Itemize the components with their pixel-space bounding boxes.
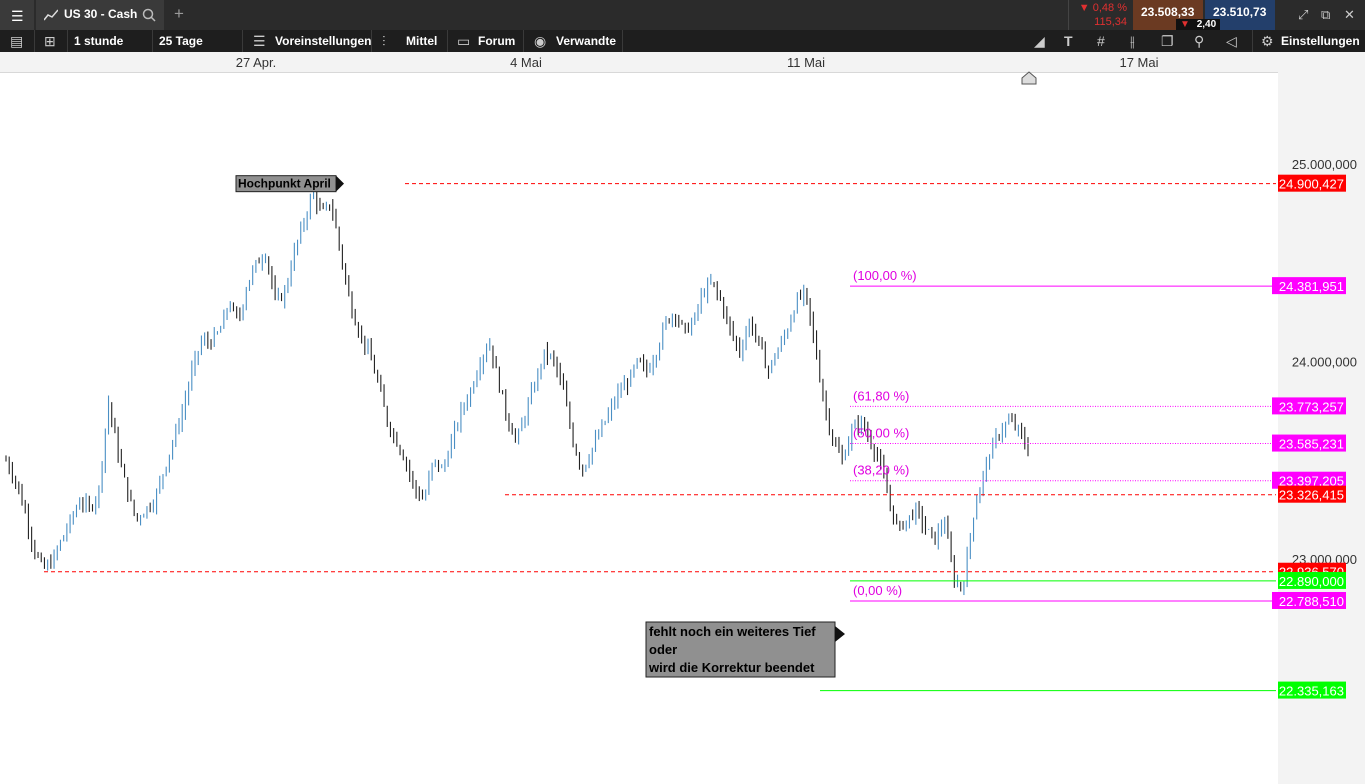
sliders-icon: ☰ [253,33,266,49]
layout-button[interactable]: ⊞ [35,30,68,52]
add-tab-button[interactable]: + [174,4,184,24]
copy-icon[interactable]: ❐ [1161,30,1174,52]
annotation-arrow [336,175,344,192]
presets-button[interactable]: ☰ Voreinstellungen [243,30,372,52]
fib-ratio-label: (38,20 %) [853,463,909,478]
change-percent: ▼ 0,48 % [1078,2,1127,14]
annotation-text: fehlt noch ein weiteres Tief [649,624,816,639]
chart-type-icon[interactable]: ⫲ [1130,30,1135,52]
related-button[interactable]: ◉ Verwandte [524,30,623,52]
list-icon: ▤ [10,33,24,49]
presets-label: Voreinstellungen [275,34,372,48]
range-label: 25 Tage [159,34,203,48]
annotation-text: wird die Korrektur beendet [648,660,815,675]
tab-title: US 30 - Cash [64,7,138,21]
interval-select[interactable]: 1 stunde [68,30,153,52]
chat-icon: ▭ [457,33,471,49]
annotation-arrow [835,626,845,642]
annotations: Hochpunkt April fehlt noch ein weiteres T… [235,175,845,678]
fib-ratio-label: (0,00 %) [853,583,902,598]
text-tool-icon[interactable]: T [1064,30,1073,52]
fib-ratio-label: (50,00 %) [853,426,909,441]
hamburger-icon: ☰ [11,8,24,24]
indicator-button[interactable]: ⫶ Mittel [372,30,448,52]
tag-icon[interactable]: ◁ [1226,30,1237,52]
fib-ratio-label: (61,80 %) [853,388,909,403]
horizontal-levels: 24.900,427(100,00 %)24.381,951(61,80 %)2… [44,174,1346,699]
annotation-text: oder [649,642,677,657]
forum-label: Forum [478,34,516,48]
candles-icon: ⫶ [382,33,386,49]
gear-icon: ⚙ [1261,33,1274,49]
ask-price: 23.510,73 [1213,5,1267,19]
annotation-text: Hochpunkt April [238,177,331,191]
instrument-tab[interactable]: US 30 - Cash [36,0,164,30]
spread-value: 2,40 [1196,19,1217,30]
change-box: ▼ 0,48 % 115,34 [1068,0,1131,30]
related-label: Verwandte [556,34,617,48]
change-absolute: 115,34 [1094,16,1127,28]
bid-price: 23.508,33 [1141,5,1195,19]
grid-layout-icon: ⊞ [44,33,56,49]
close-icon[interactable]: ✕ [1344,4,1355,26]
menu-button[interactable]: ☰ [0,0,34,30]
annotation-box [235,175,337,193]
chart-canvas[interactable]: 27 Apr. 4 Mai 11 Mai 17 Mai 25.000,00024.00… [0,0,1365,784]
range-select[interactable]: 25 Tage [153,30,243,52]
chart-toolbar: ▤ ⊞ 1 stunde 25 Tage ☰ Voreinstellungen … [0,30,1365,52]
price-bars [5,191,1029,596]
popout-icon[interactable]: ⧉ [1321,4,1330,26]
indicator-label: Mittel [406,34,438,48]
date-axis [0,52,1365,73]
annotation-box [645,621,836,678]
settings-label: Einstellungen [1281,34,1360,48]
search-icon[interactable] [142,8,156,22]
pin-icon[interactable]: ⚲ [1194,30,1204,52]
forum-button[interactable]: ▭ Forum [448,30,524,52]
home-marker-icon[interactable] [1021,71,1037,85]
expand-icon[interactable]: ⤢ [1298,4,1308,26]
title-bar: ☰ US 30 - Cash + ▼ 0,48 % 115,34 23.508,… [0,0,1365,31]
list-view-button[interactable]: ▤ [0,30,35,52]
price-axis [1278,72,1365,784]
eye-icon: ◉ [534,33,547,49]
settings-button[interactable]: ⚙ Einstellungen [1252,30,1365,52]
line-chart-icon [44,9,58,21]
interval-label: 1 stunde [74,34,124,48]
crosshair-icon[interactable]: # [1097,30,1105,52]
spread-arrow: ▼ [1180,19,1190,30]
draw-line-icon[interactable]: ◢ [1034,30,1045,52]
fib-ratio-label: (100,00 %) [853,268,917,283]
